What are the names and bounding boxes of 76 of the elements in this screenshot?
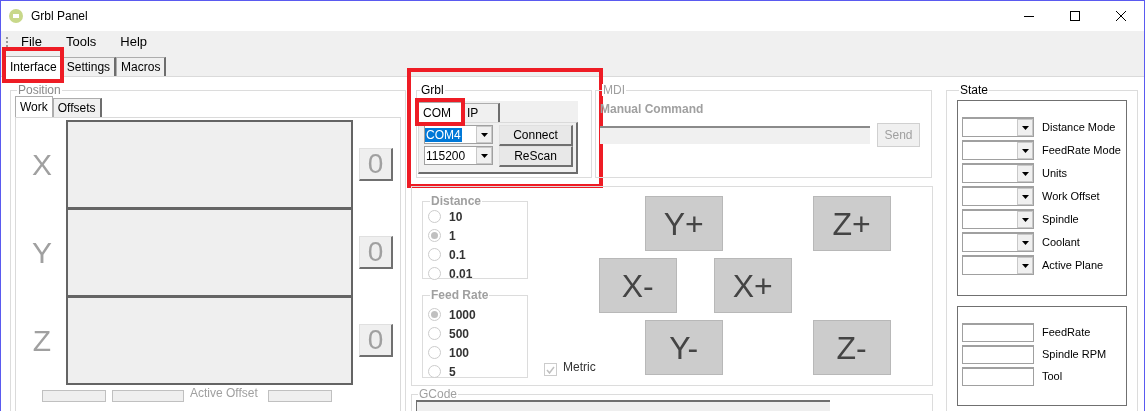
mode-label: Active Plane [1042, 257, 1104, 273]
connection-button[interactable]: Connect [499, 125, 573, 146]
checkbox-label: Metric [563, 359, 596, 376]
radio-button[interactable] [428, 267, 441, 280]
mode-dropdown[interactable] [962, 186, 1034, 206]
mode-label: Work Offset [1042, 188, 1100, 204]
radio-button[interactable] [428, 327, 441, 340]
offset-button[interactable] [112, 390, 184, 402]
checkbox[interactable] [544, 363, 557, 376]
mode-dropdown[interactable] [962, 255, 1034, 275]
menu-item[interactable]: Tools [61, 32, 101, 52]
readout-field [962, 345, 1034, 364]
mode-dropdown[interactable] [962, 209, 1034, 229]
offset-button[interactable] [42, 390, 106, 402]
port-dropdown[interactable]: COM4 [424, 125, 493, 144]
mode-dropdown[interactable] [962, 232, 1034, 252]
menu-item[interactable]: Help [116, 32, 152, 52]
radio-label: 0.01 [449, 265, 473, 283]
group-title: Position [17, 84, 62, 96]
group-title: GCode [418, 388, 459, 400]
offset-button[interactable] [267, 390, 332, 402]
radio-label: 500 [449, 325, 470, 343]
mode-dropdown[interactable] [962, 163, 1034, 183]
readout-field [962, 367, 1034, 386]
tab[interactable]: Work [15, 96, 53, 117]
tab[interactable]: Settings [61, 57, 117, 76]
axis-label: Y [31, 235, 53, 271]
mode-dropdown[interactable] [962, 140, 1034, 160]
mode-dropdown[interactable] [962, 117, 1034, 137]
radio-button[interactable] [428, 365, 441, 378]
readout-field [962, 323, 1034, 342]
window-title: Grbl Panel [31, 8, 88, 25]
maximize-icon [1070, 11, 1080, 21]
radio-button[interactable] [428, 346, 441, 359]
active-offset-label: Active Offset [190, 387, 258, 399]
jog-button[interactable]: Z- [812, 320, 891, 375]
mode-label: Units [1042, 165, 1068, 181]
radio-label: 5 [449, 363, 456, 381]
app-icon [9, 9, 23, 23]
axis-label: X [31, 147, 53, 183]
radio-button[interactable] [428, 248, 441, 261]
jog-button[interactable]: Z+ [812, 196, 891, 251]
group-title: Distance [430, 195, 483, 207]
radio-label: 0.1 [449, 246, 466, 264]
radio-button[interactable] [428, 229, 441, 242]
group-title: Grbl [420, 84, 445, 96]
jog-button[interactable]: X+ [713, 258, 792, 313]
group-title: MDI [602, 84, 626, 96]
readout-label: FeedRate [1042, 325, 1091, 341]
tab[interactable]: Macros [116, 57, 167, 76]
tab[interactable]: Offsets [52, 98, 102, 117]
group-title: Feed Rate [430, 289, 490, 301]
group-title: State [959, 84, 990, 96]
mode-label: Spindle [1042, 211, 1079, 227]
radio-button[interactable] [428, 210, 441, 223]
axis-label: Z [31, 323, 53, 359]
jog-button[interactable]: Y- [644, 320, 723, 375]
tab[interactable]: Interface [5, 56, 62, 77]
mode-label: Coolant [1042, 234, 1080, 250]
connection-button[interactable]: ReScan [499, 146, 573, 167]
radio-label: 1000 [449, 306, 476, 324]
mode-label: FeedRate Mode [1042, 142, 1121, 158]
radio-label: 10 [449, 208, 463, 226]
radio-label: 1 [449, 227, 456, 245]
readout-label: Spindle RPM [1042, 347, 1107, 363]
minimize-icon [1024, 15, 1034, 17]
jog-button[interactable]: X- [598, 258, 677, 313]
radio-label: 100 [449, 344, 470, 362]
jog-button[interactable]: Y+ [644, 196, 723, 251]
readout-label: Tool [1042, 369, 1063, 385]
menu-item[interactable]: File [17, 32, 46, 52]
mode-label: Distance Mode [1042, 119, 1116, 135]
baud-dropdown[interactable]: 115200 [424, 146, 493, 165]
close-icon [1116, 11, 1126, 21]
radio-button[interactable] [428, 308, 441, 321]
grip-icon [6, 37, 9, 47]
